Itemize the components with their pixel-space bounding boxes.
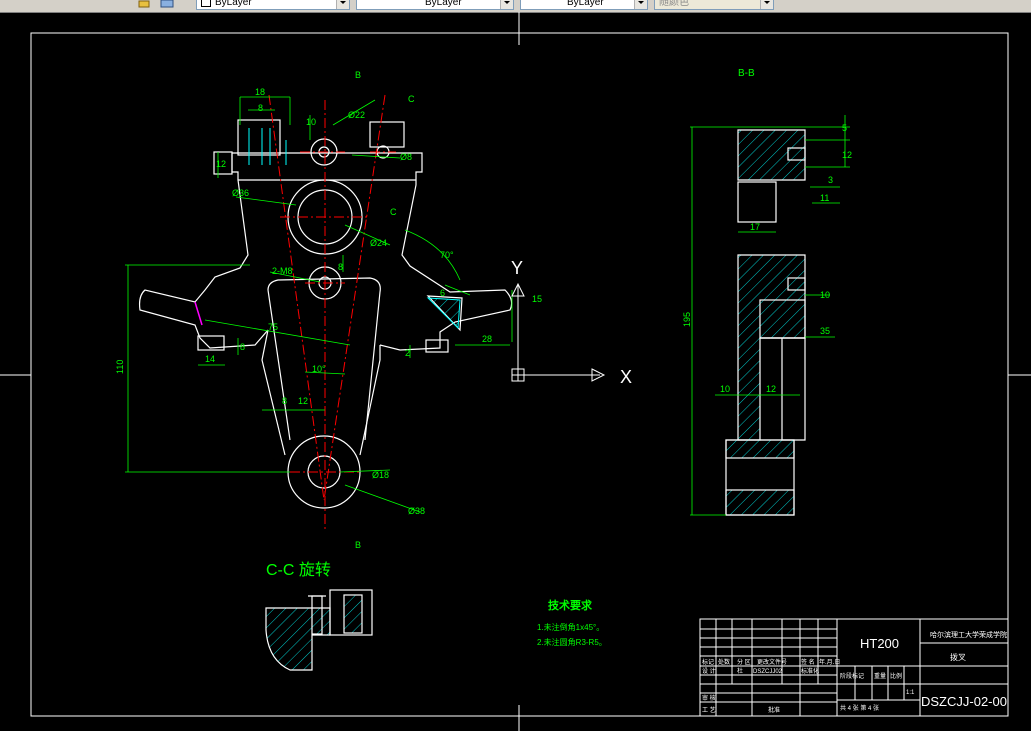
side-dim-195: 195 bbox=[682, 312, 692, 327]
dim-12b: 12 bbox=[298, 396, 308, 406]
tb-scale-head: 比例 bbox=[890, 672, 902, 680]
technical-requirements: 技术要求 1.未注倒角1x45°。 2.未注圆角R3-R5。 bbox=[537, 598, 607, 647]
plotstyle-dropdown[interactable]: 随颜色 bbox=[654, 0, 774, 10]
section-c-label: C bbox=[408, 94, 415, 104]
dim-2: 2 bbox=[405, 348, 410, 358]
side-dim-5: 5 bbox=[842, 123, 847, 133]
title-block: HT200 哈尔滨理工大学荣成学院 拨叉 DSZCJJ-02-00 1:1 共 … bbox=[699, 618, 1009, 717]
tb-change-doc: 更改文件号 bbox=[757, 658, 787, 666]
dim-d8: Ø8 bbox=[400, 152, 412, 162]
dim-8e: 8 bbox=[282, 396, 287, 406]
color-dropdown-value: ByLayer bbox=[215, 0, 252, 8]
chevron-down-icon bbox=[634, 0, 647, 9]
tb-process: 工 艺 bbox=[702, 706, 716, 714]
side-dim-10b: 10 bbox=[720, 384, 730, 394]
section-c-label-2: C bbox=[390, 207, 397, 217]
tb-weight: 重量 bbox=[874, 672, 886, 680]
university-label: 哈尔滨理工大学荣成学院 bbox=[930, 630, 1007, 639]
tech-req-title: 技术要求 bbox=[548, 598, 593, 612]
section-bb-label: B-B bbox=[738, 68, 755, 79]
dim-10: 10 bbox=[306, 117, 316, 127]
tb-designer: 杜 bbox=[737, 667, 743, 675]
linetype-dropdown[interactable]: ByLayer bbox=[356, 0, 514, 10]
chevron-down-icon bbox=[336, 0, 349, 9]
side-dim-3: 3 bbox=[828, 175, 833, 185]
ucs-x-label: X bbox=[620, 367, 632, 387]
dim-d36: Ø36 bbox=[232, 188, 249, 198]
layer-previous-icon[interactable] bbox=[160, 0, 174, 8]
tb-stage: 阶段标记 bbox=[840, 672, 864, 680]
tb-review: 审 核 bbox=[702, 694, 716, 702]
tb-standard: 标准化 bbox=[801, 667, 819, 675]
ucs-y-label: Y bbox=[511, 258, 523, 278]
ucs-icon bbox=[511, 282, 606, 382]
dim-8: 8 bbox=[258, 103, 263, 113]
side-dim-12b: 12 bbox=[766, 384, 776, 394]
dim-15: 15 bbox=[532, 294, 542, 304]
main-view: 18 8 10 Ø22 Ø8 12 Ø36 Ø24 70° 8 2-M8 6 1… bbox=[115, 70, 542, 550]
material-label: HT200 bbox=[860, 636, 899, 651]
layer-state-icon[interactable] bbox=[138, 0, 152, 8]
section-b-top-label: B bbox=[355, 70, 361, 80]
tb-mark: 标记 bbox=[702, 658, 714, 666]
drawing-number-label: DSZCJJ-02-00 bbox=[921, 694, 1007, 709]
tech-req-2: 2.未注圆角R3-R5。 bbox=[537, 637, 607, 647]
tb-zone: 分 区 bbox=[737, 658, 751, 666]
plotstyle-dropdown-value: 随颜色 bbox=[659, 0, 689, 8]
dim-d24: Ø24 bbox=[370, 238, 387, 248]
drawing-frame bbox=[0, 12, 1031, 731]
center-lines bbox=[268, 94, 396, 530]
tech-req-1: 1.未注倒角1x45°。 bbox=[537, 622, 604, 632]
dim-d18: Ø18 bbox=[372, 470, 389, 480]
side-dim-17: 17 bbox=[750, 222, 760, 232]
dim-70deg: 70° bbox=[440, 250, 454, 260]
dim-d22: Ø22 bbox=[348, 110, 365, 120]
dim-12: 12 bbox=[216, 159, 226, 169]
side-dim-11: 11 bbox=[820, 193, 829, 203]
dim-2-m8: 2-M8 bbox=[272, 266, 293, 276]
tb-date: 年.月.日 bbox=[819, 658, 840, 666]
part-name-label: 拨叉 bbox=[950, 652, 966, 662]
side-dim-35: 35 bbox=[820, 326, 830, 336]
lineweight-dropdown[interactable]: ByLayer bbox=[520, 0, 648, 10]
sheet-info-label: 共 4 张 第 4 张 bbox=[840, 704, 879, 712]
tb-count: 处数 bbox=[718, 658, 730, 666]
dim-d38: Ø38 bbox=[408, 506, 425, 516]
dim-14: 14 bbox=[205, 354, 215, 364]
dim-110: 110 bbox=[115, 360, 125, 374]
drawing-canvas[interactable]: 18 8 10 Ø22 Ø8 12 Ø36 Ø24 70° 8 2-M8 6 1… bbox=[0, 12, 1031, 731]
dim-8d: 8 bbox=[240, 342, 245, 352]
dim-75: 75 bbox=[268, 322, 278, 332]
cc-view: C-C 旋转 bbox=[265, 561, 373, 671]
lineweight-dropdown-value: ByLayer bbox=[567, 0, 604, 8]
chevron-down-icon bbox=[760, 0, 773, 9]
tb-approve: 批准 bbox=[768, 706, 780, 714]
tb-signature: 签 名 bbox=[801, 658, 815, 666]
tb-design-code: DSZCJJ02 bbox=[753, 669, 783, 675]
section-b-bottom-label: B bbox=[355, 540, 361, 550]
linetype-dropdown-value: ByLayer bbox=[425, 0, 462, 8]
color-dropdown[interactable]: ByLayer bbox=[196, 0, 350, 10]
dim-8c: 8 bbox=[338, 262, 343, 272]
cc-view-title: C-C 旋转 bbox=[266, 561, 331, 579]
dim-10deg: 10° bbox=[312, 364, 326, 374]
side-dim-10: 10 bbox=[820, 290, 830, 300]
side-dim-12: 12 bbox=[842, 150, 852, 160]
dim-18: 18 bbox=[255, 87, 265, 97]
tb-design: 设 计 bbox=[702, 667, 716, 675]
chevron-down-icon bbox=[500, 0, 513, 9]
section-bb-view: B-B 5 12 3 11 17 10 35 195 10 12 bbox=[682, 68, 852, 516]
dim-6: 6 bbox=[440, 288, 445, 298]
color-swatch-icon bbox=[201, 0, 211, 7]
scale-label: 1:1 bbox=[906, 690, 915, 696]
dim-28: 28 bbox=[482, 334, 492, 344]
